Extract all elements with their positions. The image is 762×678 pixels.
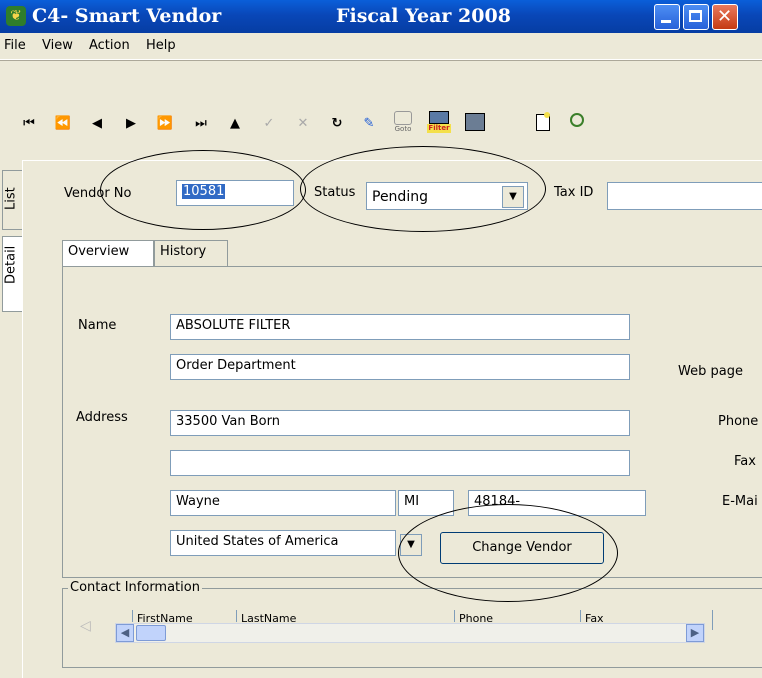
tab-history[interactable]: History (154, 240, 228, 266)
maximize-icon (689, 10, 702, 22)
address2-field[interactable] (170, 450, 630, 476)
name-field[interactable]: ABSOLUTE FILTER (170, 314, 630, 340)
menu-action[interactable]: Action (89, 38, 130, 53)
column-header-lastname[interactable]: LastName (236, 610, 451, 622)
name2-value: Order Department (176, 358, 296, 373)
sparkle-icon (544, 112, 550, 118)
name-label: Name (78, 318, 117, 333)
tab-list-label: List (3, 187, 19, 210)
edit-icon[interactable]: ✎ (358, 113, 380, 135)
window-title: C4- Smart Vendor (32, 5, 222, 27)
email-label: E-Mai (722, 494, 758, 509)
tab-detail-label: Detail (3, 245, 19, 284)
report-button[interactable] (462, 111, 488, 135)
address1-field[interactable]: 33500 Van Born (170, 410, 630, 436)
search-button[interactable] (566, 111, 592, 135)
tab-list[interactable]: List (2, 170, 22, 230)
country-field[interactable]: United States of America (170, 530, 396, 556)
fax-label: Fax (734, 454, 756, 469)
scroll-left-icon[interactable]: ◀ (116, 624, 134, 642)
vendor-no-field[interactable]: 10581 (176, 180, 294, 206)
tax-id-label: Tax ID (554, 185, 594, 200)
column-header-firstname[interactable]: FirstName (132, 610, 233, 622)
fiscal-year-title: Fiscal Year 2008 (336, 5, 511, 27)
report-icon (465, 113, 485, 131)
menu-file[interactable]: File (4, 38, 26, 53)
menu-bar: File View Action Help (0, 33, 762, 60)
zip-field[interactable]: 48184- (468, 490, 646, 516)
minimize-icon (661, 20, 671, 23)
change-vendor-label: Change Vendor (472, 540, 572, 555)
tax-id-field[interactable] (607, 182, 762, 210)
minimize-button[interactable] (654, 4, 680, 30)
web-page-label: Web page (678, 364, 743, 379)
column-header-phone[interactable]: Phone (454, 610, 577, 622)
address-label: Address (76, 410, 128, 425)
filter-label: Filter (427, 124, 451, 133)
previous-page-icon[interactable]: ⏪ (52, 113, 74, 135)
title-bar: ❦ C4- Smart Vendor Fiscal Year 2008 ✕ (0, 0, 762, 33)
previous-record-icon[interactable]: ◀ (86, 113, 108, 135)
last-record-icon[interactable]: ⏭ (190, 113, 212, 135)
phone-label: Phone (718, 414, 759, 429)
state-value: MI (404, 494, 420, 509)
close-icon: ✕ (717, 6, 733, 27)
name2-field[interactable]: Order Department (170, 354, 630, 380)
tab-history-label: History (160, 244, 207, 259)
filter-icon (429, 111, 449, 124)
country-value: United States of America (176, 534, 339, 549)
menu-view[interactable]: View (42, 38, 73, 53)
goto-label: Goto (394, 125, 412, 133)
scroll-right-icon[interactable]: ▶ (686, 624, 704, 642)
column-header-fax[interactable]: Fax (580, 610, 715, 622)
tab-detail[interactable]: Detail (2, 236, 22, 312)
vertical-scroll-stub (712, 610, 762, 630)
contacts-horizontal-scrollbar[interactable]: ◀ ▶ (115, 623, 705, 643)
goto-button[interactable]: Goto (390, 111, 416, 135)
toolbar: ⏮ ⏪ ◀ ▶ ⏩ ⏭ ▲ ✓ ✕ ↻ ✎ Goto Filter (0, 60, 762, 162)
next-page-icon[interactable]: ⏩ (154, 113, 176, 135)
filter-button[interactable]: Filter (426, 111, 452, 135)
first-record-icon[interactable]: ⏮ (18, 113, 40, 135)
new-record-button[interactable] (530, 111, 556, 135)
status-value: Pending (372, 189, 428, 205)
collapse-left-icon[interactable]: ◁ (80, 618, 91, 634)
contact-information-label: Contact Information (68, 580, 202, 595)
address1-value: 33500 Van Born (176, 414, 280, 429)
scroll-thumb[interactable] (136, 625, 166, 641)
vendor-no-label: Vendor No (64, 186, 132, 201)
status-chevron-down-icon[interactable]: ▼ (502, 186, 524, 208)
zip-value: 48184- (474, 494, 521, 509)
close-button[interactable]: ✕ (712, 4, 738, 30)
next-record-icon[interactable]: ▶ (120, 113, 142, 135)
tab-overview[interactable]: Overview (62, 240, 154, 266)
checkmark-icon[interactable]: ✓ (258, 113, 280, 135)
status-label: Status (314, 185, 356, 200)
city-field[interactable]: Wayne (170, 490, 396, 516)
up-icon[interactable]: ▲ (224, 113, 246, 135)
name-value: ABSOLUTE FILTER (176, 318, 291, 333)
city-value: Wayne (176, 494, 220, 509)
app-icon: ❦ (6, 6, 26, 26)
vendor-no-value: 10581 (182, 184, 226, 199)
goto-icon (394, 111, 412, 125)
menu-help[interactable]: Help (146, 38, 176, 53)
maximize-button[interactable] (683, 4, 709, 30)
change-vendor-button[interactable]: Change Vendor (440, 532, 604, 564)
country-chevron-down-icon[interactable]: ▼ (400, 534, 422, 556)
cancel-icon[interactable]: ✕ (292, 113, 314, 135)
search-icon (570, 113, 584, 127)
tab-overview-label: Overview (68, 244, 130, 259)
refresh-icon[interactable]: ↻ (326, 113, 348, 135)
state-field[interactable]: MI (398, 490, 454, 516)
